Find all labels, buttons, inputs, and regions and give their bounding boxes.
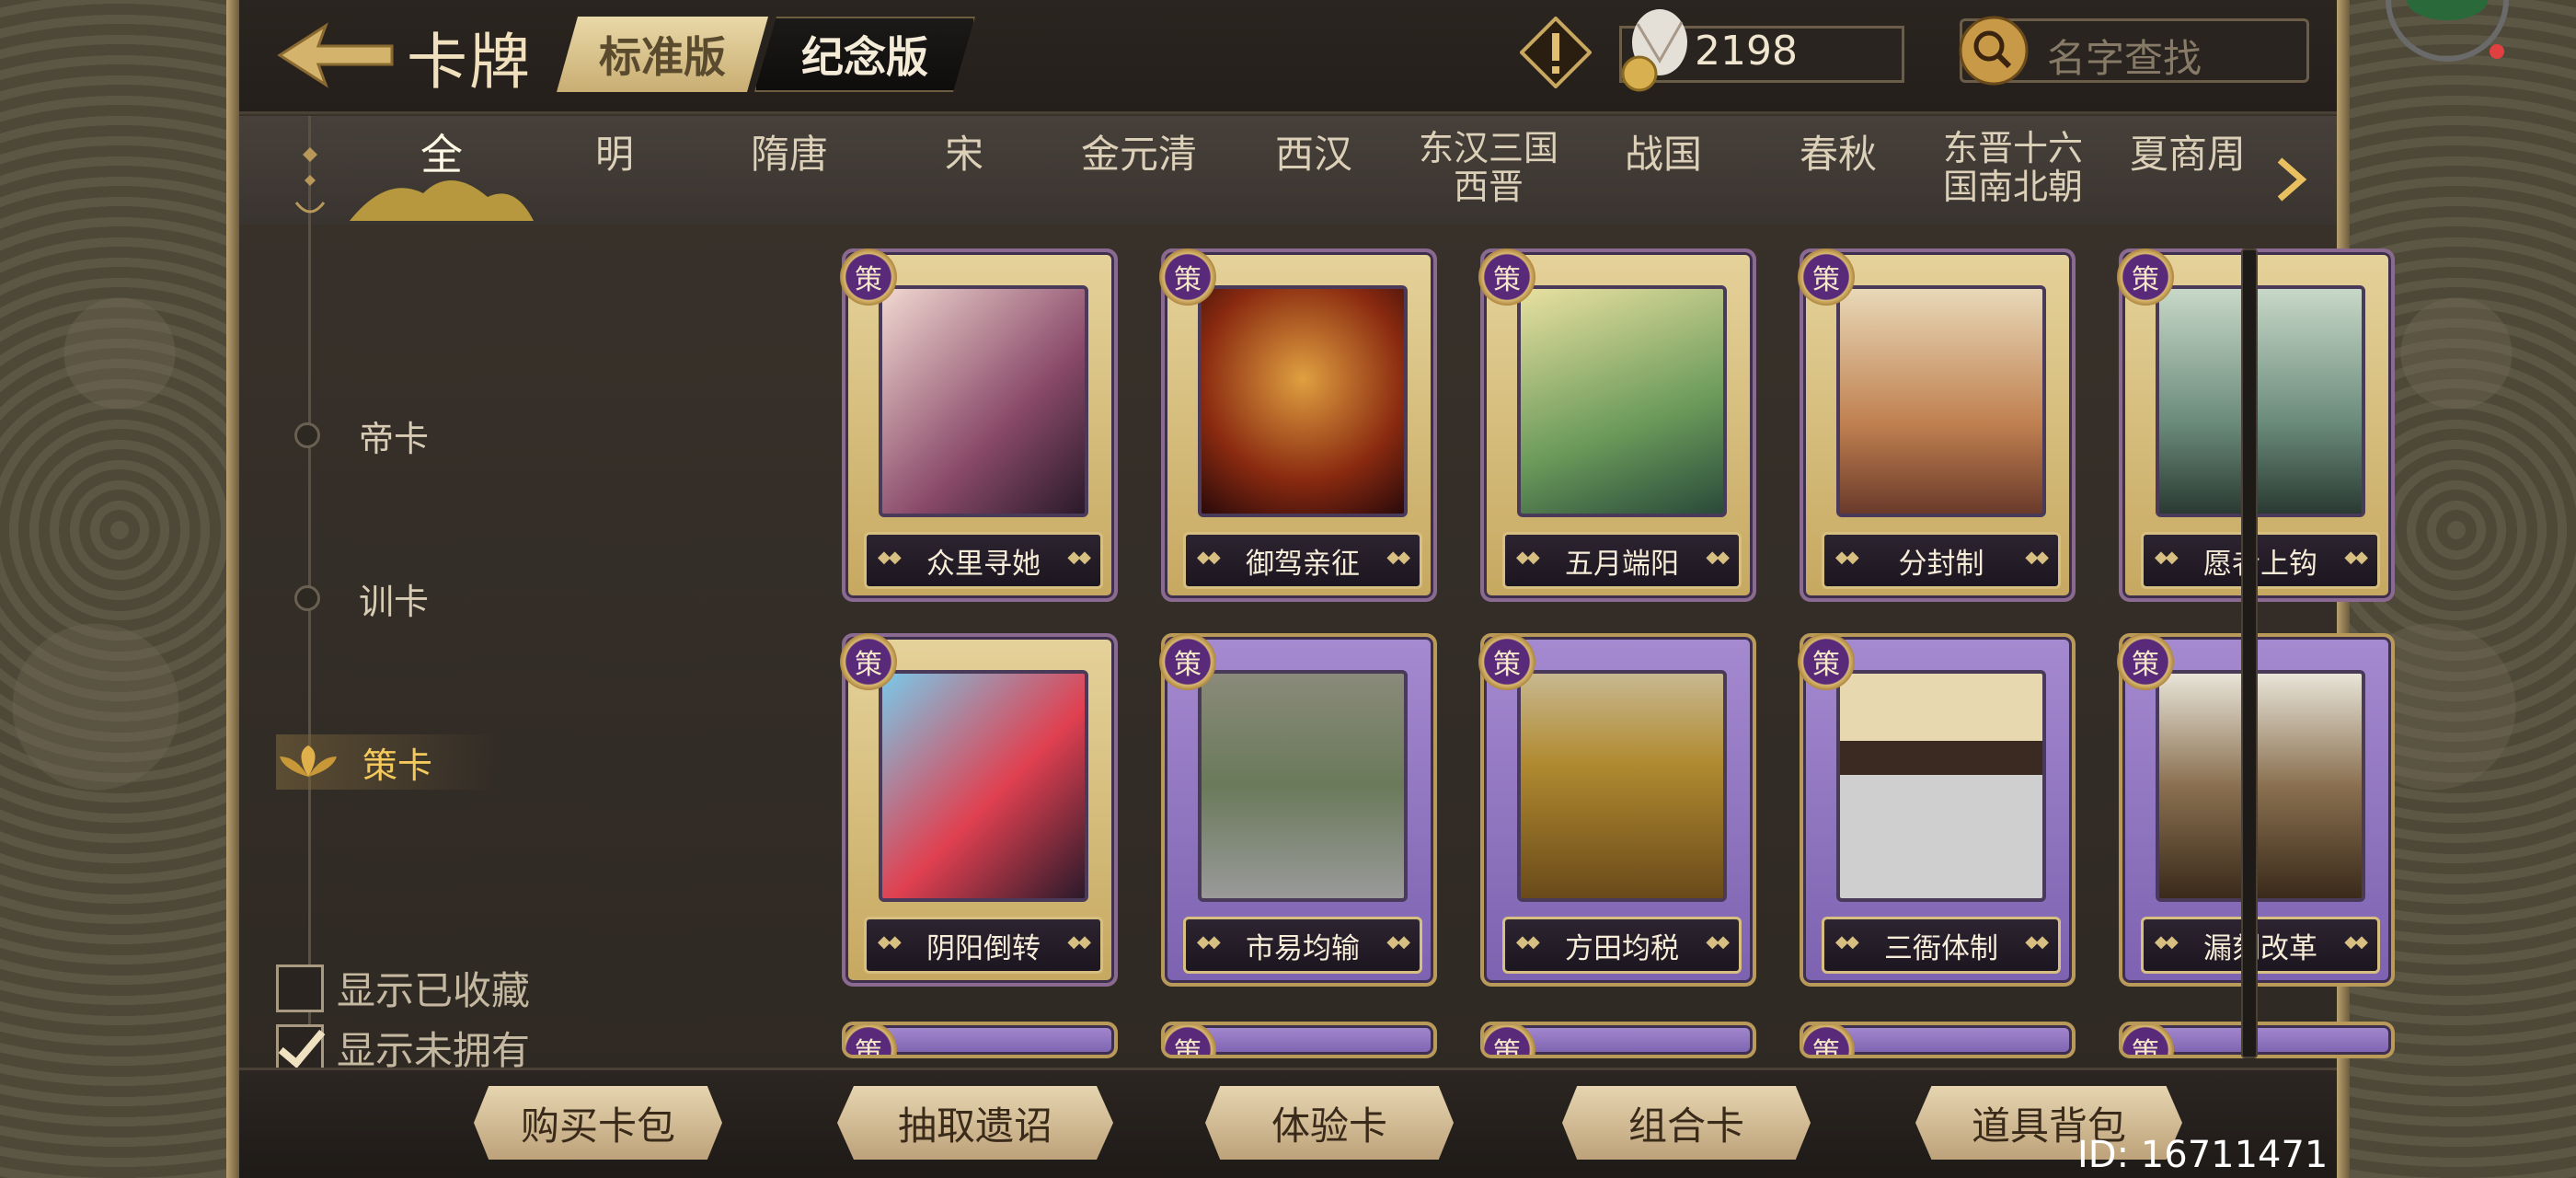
card-art	[1836, 285, 2046, 517]
user-id-label: ID: 16711471	[2077, 1134, 2329, 1176]
strategy-badge: 策	[1478, 248, 1535, 306]
rail-dot	[294, 585, 320, 611]
card-art	[2156, 285, 2365, 517]
trial-card-button[interactable]: 体验卡	[1205, 1086, 1454, 1160]
card-name: 五月端阳	[1502, 532, 1742, 589]
card-item[interactable]: 策 五月端阳	[1478, 248, 1756, 602]
buy-card-pack-button[interactable]: 购买卡包	[474, 1086, 722, 1160]
era-tab-all[interactable]: 全	[354, 133, 529, 176]
card-name: 漏刻改革	[2141, 917, 2380, 974]
draw-edict-button[interactable]: 抽取遗诏	[837, 1086, 1113, 1160]
card-item[interactable]: 策	[1800, 1022, 2076, 1058]
strategy-badge: 策	[2117, 248, 2174, 306]
card-item[interactable]: 策 御驾亲征	[1159, 248, 1437, 602]
chevron-right-icon[interactable]	[2272, 156, 2309, 202]
combo-card-button[interactable]: 组合卡	[1562, 1086, 1811, 1160]
card-item[interactable]: 策	[1161, 1022, 1437, 1058]
card-name: 方田均税	[1502, 917, 1742, 974]
card-name: 众里寻她	[864, 532, 1103, 589]
back-arrow-icon[interactable]	[276, 18, 396, 92]
category-label: 训卡	[359, 581, 430, 622]
card-item[interactable]: 策	[1480, 1022, 1756, 1058]
tab-commemorative-version[interactable]: 纪念版	[754, 17, 975, 92]
era-tab-xihan[interactable]: 西汉	[1226, 134, 1401, 175]
card-art	[1517, 670, 1727, 902]
strategy-badge: 策	[1484, 1025, 1535, 1055]
card-item[interactable]: 策 众里寻她	[840, 248, 1118, 602]
card-name: 分封制	[1822, 532, 2061, 589]
strategy-badge: 策	[1478, 633, 1535, 690]
era-tab-xiashangzhou[interactable]: 夏商周	[2100, 134, 2275, 175]
strategy-badge: 策	[1159, 633, 1216, 690]
card-art	[879, 285, 1088, 517]
card-grid: 策 众里寻她 策 御驾亲征 策 五月端阳 策 分封制 策 愿者上钩 策 阴阳倒转	[603, 248, 2424, 1058]
card-art	[879, 670, 1088, 902]
card-item[interactable]: 策 方田均税	[1478, 633, 1756, 987]
card-art	[1836, 670, 2046, 902]
strategy-badge: 策	[840, 248, 897, 306]
checkbox-show-collected[interactable]	[276, 964, 324, 1012]
card-collection-panel: 卡牌 标准版 纪念版 2198 名字查找 全 明 隋唐 宋 金元清 西汉 东汉三…	[239, 0, 2509, 1178]
filter-show-collected[interactable]: 显示已收藏	[276, 960, 530, 1016]
card-art	[2156, 670, 2365, 902]
category-label: 策卡	[362, 745, 433, 786]
strategy-badge: 策	[1798, 633, 1855, 690]
era-tab-zhanguo[interactable]: 战国	[1576, 134, 1751, 175]
feather-coin-icon	[1621, 9, 1687, 92]
search-icon[interactable]	[1958, 15, 2030, 87]
strategy-badge: 策	[2117, 633, 2174, 690]
category-training-card[interactable]: 训卡	[294, 571, 515, 626]
strategy-badge: 策	[845, 1025, 897, 1055]
card-item[interactable]: 策 阴阳倒转	[840, 633, 1118, 987]
card-grid-scrollbar[interactable]	[2241, 248, 2258, 1058]
card-name: 御驾亲征	[1183, 532, 1422, 589]
card-name: 阴阳倒转	[864, 917, 1103, 974]
era-tab-donghan[interactable]: 东汉三国 西晋	[1401, 129, 1576, 206]
card-name: 市易均输	[1183, 917, 1422, 974]
page-title: 卡牌	[407, 27, 532, 98]
checkbox-show-unowned[interactable]	[276, 1023, 324, 1072]
card-item[interactable]: 策 三衙体制	[1798, 633, 2076, 987]
lotus-icon	[280, 745, 337, 777]
card-item[interactable]: 策	[842, 1022, 1118, 1058]
currency-value: 2198	[1695, 28, 1798, 75]
era-tab-suitang[interactable]: 隋唐	[702, 134, 877, 175]
category-label: 帝卡	[359, 418, 430, 459]
era-tab-ming[interactable]: 明	[527, 134, 702, 175]
filter-label: 显示已收藏	[337, 968, 531, 1013]
card-item[interactable]: 策 市易均输	[1159, 633, 1437, 987]
strategy-badge: 策	[2122, 1025, 2174, 1055]
tab-standard-version[interactable]: 标准版	[557, 17, 768, 92]
era-tab-song[interactable]: 宋	[877, 134, 1052, 175]
card-name: 三衙体制	[1822, 917, 2061, 974]
card-art	[1517, 285, 1727, 517]
rail-dot	[294, 422, 320, 448]
card-item[interactable]: 策 分封制	[1798, 248, 2076, 602]
scroll-icon[interactable]	[2383, 0, 2512, 74]
card-art	[1198, 670, 1408, 902]
strategy-badge: 策	[1798, 248, 1855, 306]
category-strategy-card[interactable]: 策卡	[276, 734, 497, 790]
rail-diamond-deco	[294, 147, 326, 214]
era-tab-jinyuanqing[interactable]: 金元清	[1052, 134, 1226, 175]
alert-icon[interactable]	[1520, 17, 1592, 88]
strategy-badge: 策	[840, 633, 897, 690]
card-name: 愿者上钩	[2141, 532, 2380, 589]
era-tab-dongjin[interactable]: 东晋十六 国南北朝	[1926, 129, 2100, 206]
left-ornament-panel	[0, 0, 239, 1178]
search-placeholder: 名字查找	[2047, 36, 2202, 81]
strategy-badge: 策	[1165, 1025, 1216, 1055]
strategy-badge: 策	[1159, 248, 1216, 306]
strategy-badge: 策	[1803, 1025, 1855, 1055]
card-art	[1198, 285, 1408, 517]
era-tab-chunqiu[interactable]: 春秋	[1751, 134, 1926, 175]
category-emperor-card[interactable]: 帝卡	[294, 408, 515, 463]
